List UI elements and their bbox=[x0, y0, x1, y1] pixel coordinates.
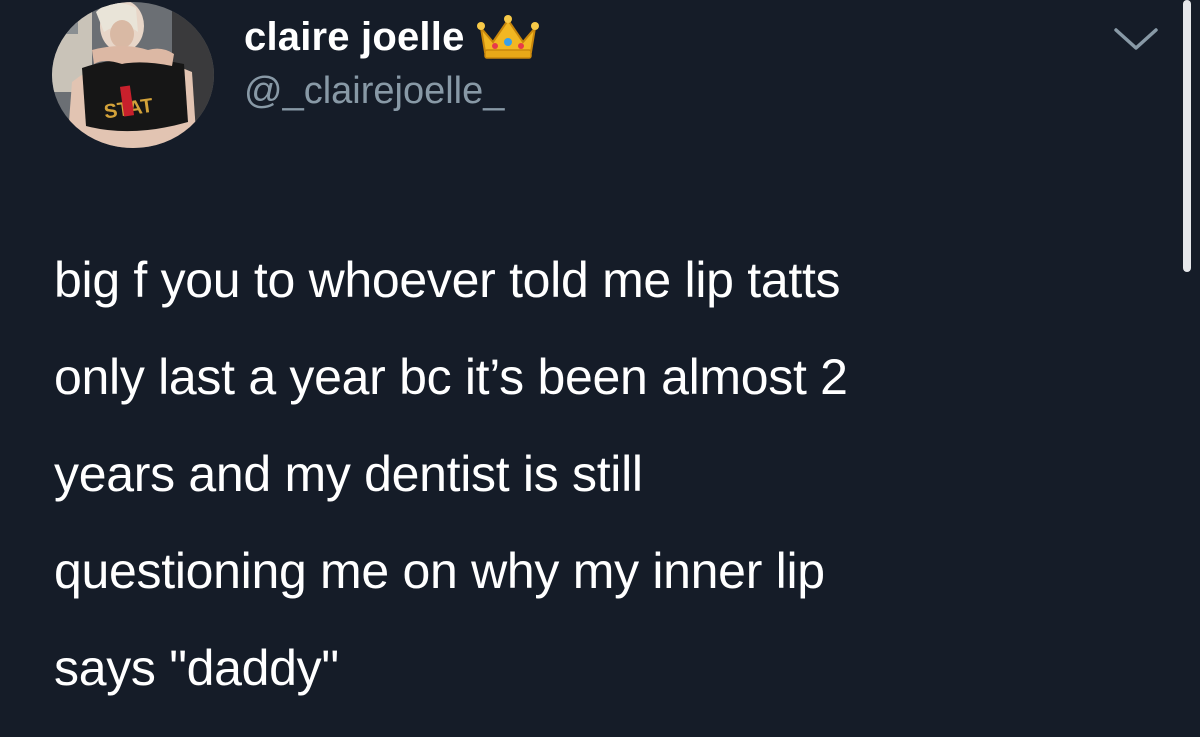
profile-photo-icon: STAT bbox=[52, 2, 214, 148]
scrollbar[interactable] bbox=[1183, 0, 1191, 272]
chevron-down-icon[interactable] bbox=[1110, 20, 1162, 56]
tweet-card: STAT claire joelle @_clairejoelle_ big f… bbox=[0, 0, 1200, 737]
author-handle[interactable]: @_clairejoelle_ bbox=[244, 70, 504, 113]
crown-icon bbox=[476, 14, 539, 60]
author-name-row: claire joelle bbox=[244, 10, 539, 64]
tweet-text: big f you to whoever told me lip tatts o… bbox=[54, 252, 848, 696]
display-name[interactable]: claire joelle bbox=[244, 15, 465, 60]
avatar[interactable]: STAT bbox=[52, 2, 214, 148]
